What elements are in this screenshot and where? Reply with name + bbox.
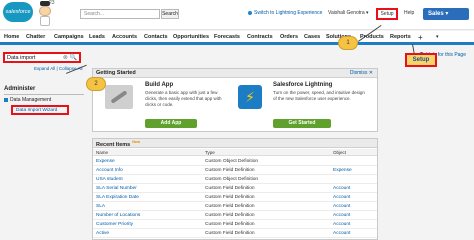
table-row: Active Custom Field Definition Account — [93, 229, 377, 238]
step-1-badge: 1 — [338, 36, 358, 50]
recent-item-name-link[interactable]: Account Info — [96, 168, 123, 173]
add-app-button[interactable]: Add App — [145, 119, 197, 128]
tab-cases[interactable]: Cases — [304, 34, 320, 40]
recent-item-type: Custom Field Definition — [205, 231, 255, 236]
lightning-description: Turn on the power, speed, and intuitive … — [273, 90, 365, 101]
recent-item-name-link[interactable]: USA student — [96, 177, 123, 182]
mascot-number: 23 — [49, 0, 55, 6]
table-row: Number of Locations Custom Field Definiti… — [93, 211, 377, 220]
getting-started-title: Getting Started — [96, 70, 136, 76]
column-object: Object — [333, 150, 347, 155]
tab-leads[interactable]: Leads — [89, 34, 105, 40]
tab-opportunities[interactable]: Opportunities — [173, 34, 209, 40]
setup-callout: Setup — [405, 53, 437, 67]
data-management-label: Data Management — [10, 97, 52, 103]
tab-bar: Home Chatter Campaigns Leads Accounts Co… — [0, 31, 474, 45]
table-row: USA student Custom Object Definition — [93, 175, 377, 184]
lightning-title: Salesforce Lightning — [273, 82, 333, 88]
global-header: salesforce 23 Search... Search Switch to… — [0, 0, 474, 30]
getting-started-panel: Getting Started Dismiss ✕ Build App Gene… — [92, 68, 378, 132]
administer-heading: Administer — [4, 86, 36, 92]
build-app-title: Build App — [145, 82, 174, 88]
help-link[interactable]: Help — [404, 10, 414, 16]
recent-item-object-link[interactable]: Account — [333, 231, 350, 236]
tab-forecasts[interactable]: Forecasts — [214, 34, 240, 40]
lightning-bolt-icon: ⚡ — [238, 85, 262, 109]
recent-item-type: Custom Field Definition — [205, 168, 255, 173]
recent-item-name-link[interactable]: Active — [96, 231, 109, 236]
setup-link[interactable]: Setup — [376, 8, 398, 20]
tab-reports[interactable]: Reports — [390, 34, 411, 40]
recent-item-object-link[interactable]: Account — [333, 195, 350, 200]
divider — [4, 94, 84, 95]
tab-contracts[interactable]: Contracts — [247, 34, 273, 40]
recent-item-object-link[interactable]: Account — [333, 186, 350, 191]
recent-items-label: Recent Items — [96, 141, 131, 148]
clear-search-icon[interactable]: ⊗ 🔍 — [63, 54, 77, 61]
main-content: ?Help for this Page Getting Started Dism… — [88, 48, 474, 240]
recent-items-panel: Recent Items New Name Type Object Expense… — [92, 138, 378, 240]
column-type: Type — [205, 150, 215, 155]
recent-item-type: Custom Object Definition — [205, 177, 259, 182]
recent-item-name-link[interactable]: SLA Expiration Date — [96, 195, 139, 200]
search-button[interactable]: Search — [161, 9, 179, 19]
recent-item-object-link[interactable]: Account — [333, 222, 350, 227]
recent-item-type: Custom Field Definition — [205, 213, 255, 218]
recent-item-name-link[interactable]: SLA Serial Number — [96, 186, 137, 191]
recent-item-type: Custom Field Definition — [205, 195, 255, 200]
data-import-wizard-link[interactable]: Data Import Wizard — [11, 105, 69, 115]
table-row: SLA Serial Number Custom Field Definition… — [93, 184, 377, 193]
table-row: SLA Custom Field Definition Account — [93, 202, 377, 211]
salesforce-logo[interactable]: salesforce — [3, 2, 33, 22]
recent-item-object-link[interactable]: Account — [333, 204, 350, 209]
table-row: Account Info Custom Field Definition Expen… — [93, 166, 377, 175]
tab-overflow-icon[interactable]: ▾ — [436, 34, 439, 40]
recent-items-columns: Name Type Object — [93, 149, 377, 156]
app-menu-button[interactable]: Sales ▾ — [423, 8, 469, 20]
recent-item-type: Custom Field Definition — [205, 204, 255, 209]
recent-item-name-link[interactable]: SLA — [96, 204, 105, 209]
quick-find-value: Data import — [7, 55, 36, 61]
tab-chatter[interactable]: Chatter — [26, 34, 45, 40]
column-name: Name — [96, 150, 109, 155]
recent-item-name-link[interactable]: Customer Priority — [96, 222, 133, 227]
setup-sidebar: Data import ⊗ 🔍 Expand All | Collapse Al… — [0, 48, 88, 240]
build-app-description: Generate a basic app with just a few cli… — [145, 90, 222, 107]
step-2-badge: 2 — [86, 77, 106, 91]
switch-lightning-link[interactable]: Switch to Lightning Experience — [248, 10, 322, 16]
salesforce-setup-screen: salesforce 23 Search... Search Switch to… — [0, 0, 474, 240]
tab-campaigns[interactable]: Campaigns — [54, 34, 84, 40]
tab-orders[interactable]: Orders — [280, 34, 298, 40]
add-tab-icon[interactable]: + — [418, 33, 423, 42]
recent-item-type: Custom Field Definition — [205, 222, 255, 227]
table-row: Customer Priority Custom Field Definition… — [93, 220, 377, 229]
recent-items-title: Recent Items New — [96, 140, 140, 148]
quick-find-input[interactable]: Data import ⊗ 🔍 — [3, 52, 81, 63]
global-search-input[interactable]: Search... — [80, 9, 160, 19]
recent-item-type: Custom Field Definition — [205, 186, 255, 191]
lightning-icon — [248, 10, 252, 15]
collapse-icon[interactable] — [4, 97, 8, 102]
user-menu[interactable]: Vaishali Genotra ▾ — [328, 10, 369, 16]
recent-items-header: Recent Items New — [93, 139, 377, 148]
tab-accounts[interactable]: Accounts — [112, 34, 137, 40]
recent-item-type: Custom Object Definition — [205, 159, 259, 164]
tab-contacts[interactable]: Contacts — [144, 34, 168, 40]
recent-item-object-link[interactable]: Account — [333, 213, 350, 218]
build-app-icon — [105, 85, 133, 109]
table-row: Expense Custom Object Definition — [93, 157, 377, 166]
dismiss-link[interactable]: Dismiss ✕ — [350, 70, 373, 76]
recent-item-name-link[interactable]: Number of Locations — [96, 213, 140, 218]
mascot-icon: 23 — [36, 0, 55, 27]
getting-started-header: Getting Started Dismiss ✕ — [93, 69, 377, 78]
get-started-button[interactable]: Get Started — [273, 119, 331, 128]
tab-home[interactable]: Home — [4, 34, 19, 40]
table-row: SLA Expiration Date Custom Field Definiti… — [93, 193, 377, 202]
recent-item-object-link[interactable]: Expense — [333, 168, 352, 173]
switch-lightning-label: Switch to Lightning Experience — [254, 10, 323, 16]
data-management-node[interactable]: Data Management — [4, 97, 51, 103]
recent-item-name-link[interactable]: Expense — [96, 159, 115, 164]
new-badge: New — [132, 140, 141, 144]
